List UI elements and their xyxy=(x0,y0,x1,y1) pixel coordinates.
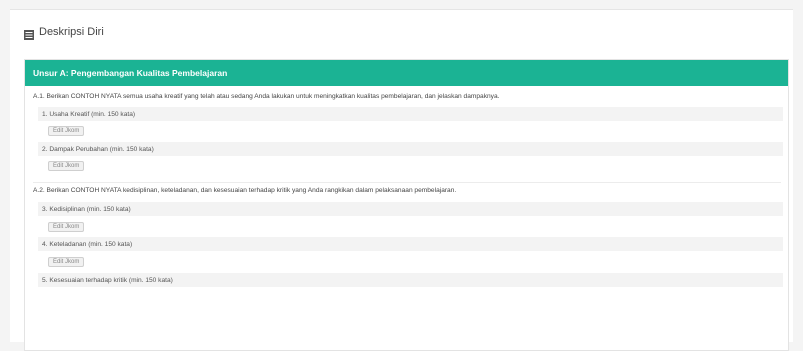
item-row-kesesuaian: 5. Kesesuaian terhadap kritik (min. 150 … xyxy=(38,273,783,287)
question-a2: A.2. Berikan CONTOH NYATA kedisiplinan, … xyxy=(33,187,457,194)
list-icon xyxy=(24,27,34,40)
item-row-usaha-kreatif: 1. Usaha Kreatif (min. 150 kata) xyxy=(38,107,783,121)
item-label: 2. Dampak Perubahan (min. 150 kata) xyxy=(42,145,154,153)
section-header: Unsur A: Pengembangan Kualitas Pembelaja… xyxy=(25,60,788,86)
edit-button-dampak-perubahan[interactable]: Edit Jkom xyxy=(48,161,85,171)
page-header: Deskripsi Diri xyxy=(24,22,104,42)
edit-button-keteladanan[interactable]: Edit Jkom xyxy=(48,257,85,267)
item-label: 1. Usaha Kreatif (min. 150 kata) xyxy=(42,110,136,118)
page-title: Deskripsi Diri xyxy=(39,26,104,38)
edit-button-kedisiplinan[interactable]: Edit Jkom xyxy=(48,222,85,232)
question-a1: A.1. Berikan CONTOH NYATA semua usaha kr… xyxy=(33,93,500,100)
item-row-kedisiplinan: 3. Kedisiplinan (min. 150 kata) xyxy=(38,202,783,216)
item-label: 5. Kesesuaian terhadap kritik (min. 150 … xyxy=(42,276,173,284)
divider xyxy=(33,182,781,183)
content-panel: Deskripsi Diri Unsur A: Pengembangan Kua… xyxy=(10,9,793,351)
item-row-keteladanan: 4. Keteladanan (min. 150 kata) xyxy=(38,237,783,251)
section-card: Unsur A: Pengembangan Kualitas Pembelaja… xyxy=(24,59,789,351)
edit-button-usaha-kreatif[interactable]: Edit Jkom xyxy=(48,126,85,136)
item-label: 3. Kedisiplinan (min. 150 kata) xyxy=(42,205,131,213)
item-label: 4. Keteladanan (min. 150 kata) xyxy=(42,240,133,248)
item-row-dampak-perubahan: 2. Dampak Perubahan (min. 150 kata) xyxy=(38,142,783,156)
section-title: Unsur A: Pengembangan Kualitas Pembelaja… xyxy=(33,68,228,78)
